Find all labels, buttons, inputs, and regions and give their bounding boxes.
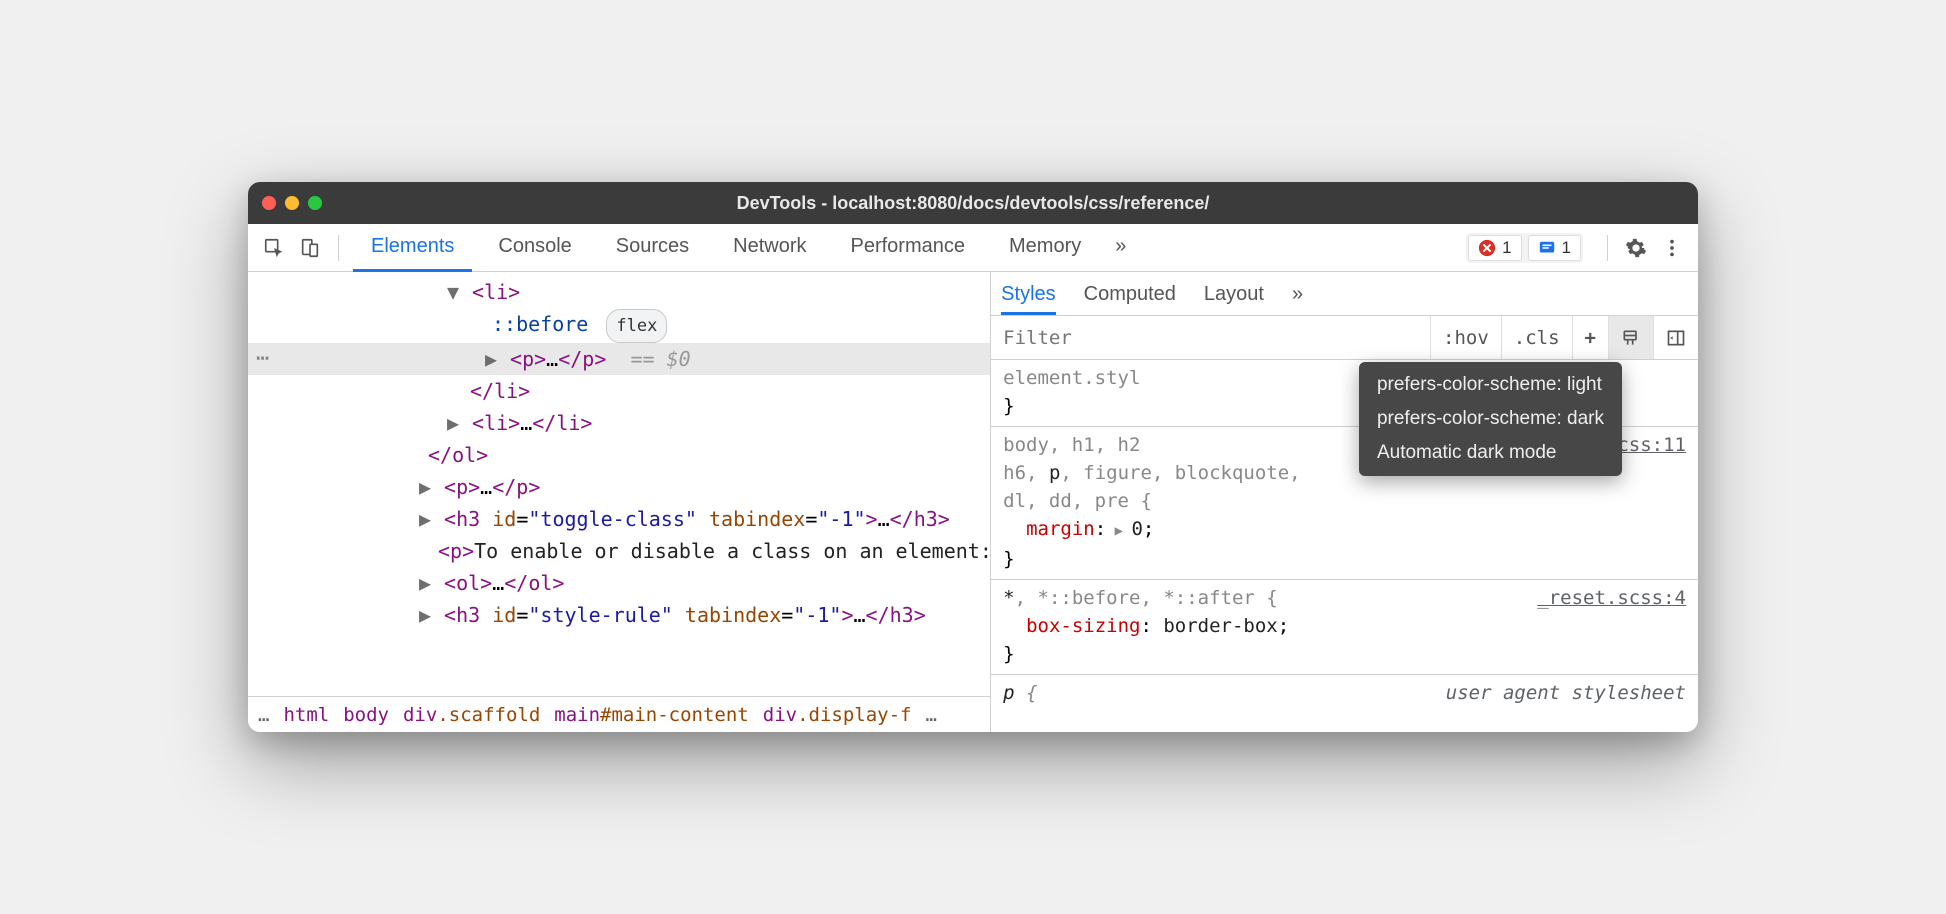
issue-badge[interactable]: 1 [1528, 235, 1581, 261]
divider [1607, 235, 1608, 261]
subtab-layout[interactable]: Layout [1204, 283, 1264, 315]
elements-panel: ▼ <li> ::before flex ▶ <p>…</p> == $0 </… [248, 272, 991, 732]
devtools-window: DevTools - localhost:8080/docs/devtools/… [248, 182, 1698, 732]
minimize-window-button[interactable] [285, 196, 299, 210]
dom-line[interactable]: </ol> [248, 439, 990, 471]
expand-arrow-icon[interactable]: ▶ [446, 407, 460, 439]
more-icon[interactable] [1658, 234, 1686, 262]
breadcrumb-item: html [283, 704, 329, 726]
dom-line[interactable]: ::before flex [248, 308, 990, 343]
css-rule[interactable]: user agent stylesheet p { [991, 675, 1698, 713]
error-badge[interactable]: 1 [1468, 235, 1521, 261]
subtab-styles[interactable]: Styles [1001, 283, 1055, 315]
tab-performance[interactable]: Performance [833, 224, 984, 272]
issue-count: 1 [1562, 238, 1571, 258]
tab-sources[interactable]: Sources [598, 224, 707, 272]
rendering-emulation-icon[interactable] [1608, 316, 1653, 359]
tab-memory[interactable]: Memory [991, 224, 1099, 272]
breadcrumb-more-left[interactable]: … [258, 704, 269, 726]
dom-tree[interactable]: ▼ <li> ::before flex ▶ <p>…</p> == $0 </… [248, 272, 990, 696]
new-rule-button[interactable]: + [1572, 316, 1608, 359]
traffic-lights [262, 196, 322, 210]
subtab-computed[interactable]: Computed [1084, 283, 1176, 315]
breadcrumb-item: body [343, 704, 389, 726]
popup-item[interactable]: prefers-color-scheme: dark [1359, 402, 1622, 436]
zoom-window-button[interactable] [308, 196, 322, 210]
rendering-emulation-popup[interactable]: prefers-color-scheme: light prefers-colo… [1359, 362, 1622, 476]
expand-arrow-icon[interactable]: ▶ [418, 471, 432, 503]
popup-item[interactable]: prefers-color-scheme: light [1359, 368, 1622, 402]
dom-line[interactable]: ▶ <li>…</li> [248, 407, 990, 439]
divider [338, 235, 339, 261]
dom-line[interactable]: ▼ <li> [248, 276, 990, 308]
error-count: 1 [1502, 238, 1511, 258]
styles-subtabs: Styles Computed Layout » [991, 272, 1698, 316]
expand-arrow-icon[interactable]: ▶ [418, 503, 432, 535]
dom-selected-line[interactable]: ▶ <p>…</p> == $0 [248, 343, 990, 375]
selected-indicator: == $0 [630, 347, 690, 371]
dom-line[interactable]: ▶ <p>…</p> [248, 471, 990, 503]
settings-icon[interactable] [1622, 234, 1650, 262]
window-title: DevTools - localhost:8080/docs/devtools/… [248, 193, 1698, 214]
expand-arrow-icon[interactable]: ▶ [484, 343, 498, 375]
tab-console[interactable]: Console [480, 224, 589, 272]
computed-sidebar-icon[interactable] [1653, 316, 1698, 359]
expand-arrow-icon[interactable]: ▶ [418, 599, 432, 631]
expand-arrow-icon[interactable]: ▶ [418, 567, 432, 599]
hov-toggle[interactable]: :hov [1430, 316, 1501, 359]
subtabs-overflow[interactable]: » [1292, 283, 1303, 315]
collapse-arrow-icon[interactable]: ▼ [446, 276, 460, 308]
styles-filterbar: :hov .cls + [991, 316, 1698, 360]
dom-line[interactable]: </li> [248, 375, 990, 407]
dom-line[interactable]: ▶ <ol>…</ol> [248, 567, 990, 599]
main-toolbar: Elements Console Sources Network Perform… [248, 224, 1698, 272]
breadcrumb-item[interactable]: main#main-content [554, 704, 748, 726]
flex-badge[interactable]: flex [606, 309, 667, 343]
cls-toggle[interactable]: .cls [1501, 316, 1572, 359]
status-badges: 1 1 [1466, 233, 1583, 263]
styles-panel: Styles Computed Layout » :hov .cls + e [991, 272, 1698, 732]
rule-source-link[interactable]: _reset.scss:4 [1537, 584, 1686, 612]
titlebar: DevTools - localhost:8080/docs/devtools/… [248, 182, 1698, 224]
css-rule[interactable]: _reset.scss:4 *, *::before, *::after { b… [991, 580, 1698, 675]
tab-elements[interactable]: Elements [353, 224, 472, 272]
breadcrumb-more-right[interactable]: … [925, 704, 936, 726]
rule-source-ua: user agent stylesheet [1446, 679, 1686, 707]
popup-item[interactable]: Automatic dark mode [1359, 436, 1622, 470]
tab-network[interactable]: Network [715, 224, 824, 272]
panels: ▼ <li> ::before flex ▶ <p>…</p> == $0 </… [248, 272, 1698, 732]
inspect-element-icon[interactable] [260, 234, 288, 262]
breadcrumb-item[interactable]: div.scaffold [403, 704, 540, 726]
dom-line[interactable]: ▶ <h3 id="toggle-class" tabindex="-1">…<… [248, 503, 990, 535]
filter-input[interactable] [991, 316, 1430, 359]
dom-line[interactable]: ▶ <h3 id="style-rule" tabindex="-1">…</h… [248, 599, 990, 631]
dom-line[interactable]: <p>To enable or disable a class on an el… [248, 535, 990, 567]
breadcrumb-item[interactable]: div.display-f [763, 704, 912, 726]
breadcrumb[interactable]: … html body div.scaffold main#main-conte… [248, 696, 990, 732]
device-toolbar-icon[interactable] [296, 234, 324, 262]
tabs-overflow[interactable]: » [1107, 224, 1134, 272]
close-window-button[interactable] [262, 196, 276, 210]
